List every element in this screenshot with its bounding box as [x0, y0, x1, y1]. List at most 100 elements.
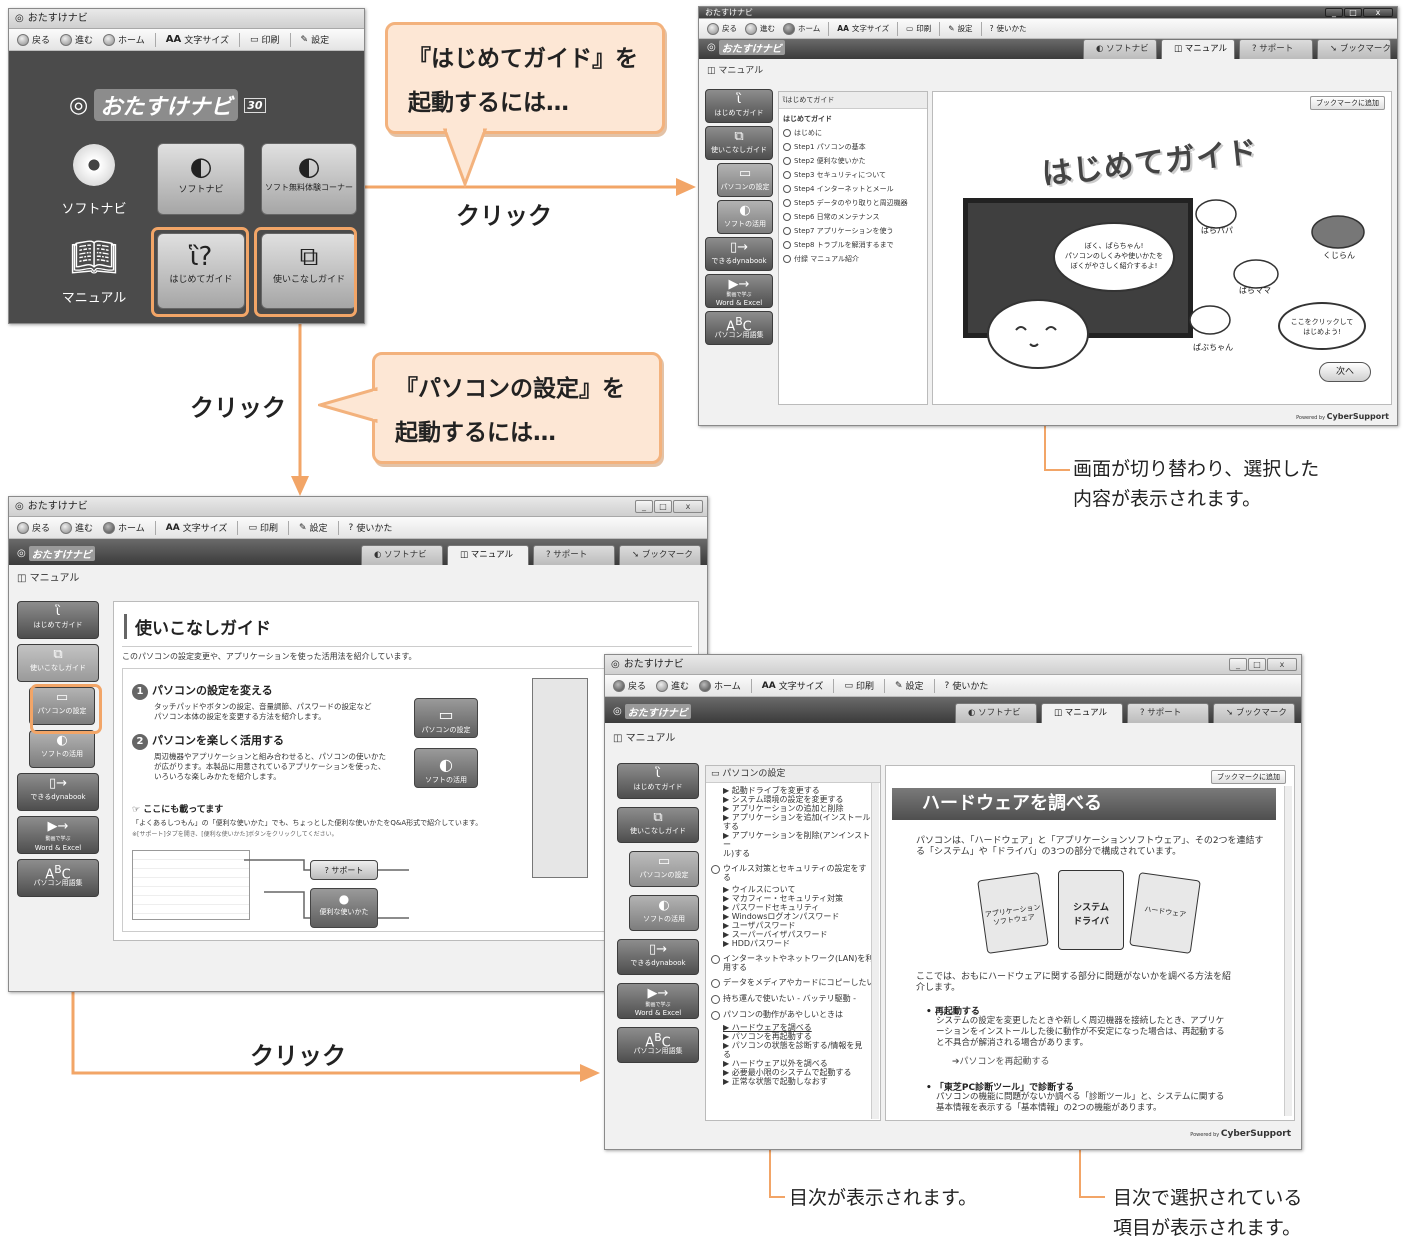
pc-settei-button[interactable]: ▭ パソコンの設定 [414, 698, 478, 738]
tab-manual[interactable]: ◫ マニュアル [1041, 703, 1123, 723]
nav-douga[interactable]: ▶→ 動画で学ぶ Word & Excel [705, 274, 773, 308]
toc-item[interactable]: ▶ アプリケーションを追加(インストール) する [711, 813, 875, 831]
font-size-button[interactable]: AA 文字サイズ [837, 23, 889, 34]
nav-soft-katsuyou[interactable]: ◐ ソフトの活用 [629, 895, 699, 931]
tab-softnavi[interactable]: ◐ ソフトナビ [1083, 39, 1157, 59]
toc-item[interactable]: はじめに [783, 126, 923, 140]
help-button[interactable]: ? 使いかた [990, 23, 1027, 34]
toc-item[interactable]: Step2 便利な使いかた [783, 154, 923, 168]
back-button[interactable]: 戻る [17, 33, 50, 46]
toc-item[interactable]: ▶ ハードウェアを調べる [711, 1023, 875, 1032]
nav-soft-katsuyou[interactable]: ◐ ソフトの活用 [717, 200, 773, 234]
nav-tsukaikonashi[interactable]: ⧉ 使いこなしガイド [617, 807, 699, 843]
toc-item[interactable]: ▶ アプリケーションの追加と削除 [711, 804, 875, 813]
home-button[interactable]: ホーム [103, 521, 145, 534]
toc-item[interactable]: ▶ ハードウェア以外を調べる [711, 1059, 875, 1068]
back-button[interactable]: 戻る [707, 22, 737, 35]
benri-button[interactable]: ● 便利な使いかた [310, 888, 378, 928]
toc-item[interactable]: ▶ スーパーバイザパスワード [711, 930, 875, 939]
nav-yougo[interactable]: ABC パソコン用語集 [617, 1027, 699, 1063]
close-button[interactable]: x [1267, 658, 1297, 671]
nav-dekiru-dynabook[interactable]: ▯→ できるdynabook [617, 939, 699, 975]
toc-item[interactable]: ウイルス対策とセキュリティの設定をす る [711, 864, 875, 882]
toc-item[interactable]: Step4 インターネットとメール [783, 182, 923, 196]
font-size-button[interactable]: AA 文字サイズ [166, 521, 228, 535]
bookmark-add-button[interactable]: ブックマークに追加 [1211, 770, 1286, 784]
toc-item[interactable]: ▶ HDDパスワード [711, 939, 875, 948]
nav-hajimete[interactable]: ἳ はじめてガイド [17, 601, 99, 639]
tab-support[interactable]: ? サポート [1127, 703, 1209, 723]
nav-hajimete[interactable]: ἳ はじめてガイド [617, 763, 699, 799]
home-button[interactable]: ホーム [783, 22, 820, 35]
tile-softnavi[interactable]: ◐ ソフトナビ [157, 143, 245, 215]
toc-item[interactable]: Step7 アプリケーションを使う [783, 224, 923, 238]
nav-dekiru-dynabook[interactable]: ▯→ できるdynabook [705, 237, 773, 271]
forward-button[interactable]: 進む [745, 22, 775, 35]
toc-item[interactable]: ▶ マカフィー・セキュリティ対策 [711, 894, 875, 903]
tab-support[interactable]: ? サポート [1239, 39, 1313, 59]
toc-item[interactable]: ▶ ユーザパスワード [711, 921, 875, 930]
home-manual-item[interactable]: 📖︎ マニュアル [59, 237, 129, 306]
nav-douga[interactable]: ▶→ 動画で学ぶ Word & Excel [617, 983, 699, 1019]
toc-item[interactable]: ▶ システム環境の設定を変更する [711, 795, 875, 804]
back-button[interactable]: 戻る [17, 521, 50, 534]
toc-item[interactable]: 持ち運んで使いたい - バッテリ駆動 - [711, 994, 875, 1004]
tab-manual[interactable]: ◫ マニュアル [447, 545, 529, 565]
toc-item[interactable]: 付録 マニュアル紹介 [783, 252, 923, 266]
back-button[interactable]: 戻る [613, 679, 646, 692]
nav-dekiru-dynabook[interactable]: ▯→ できるdynabook [17, 773, 99, 811]
tile-free-trial[interactable]: ◐ ソフト無料体験コーナー [261, 143, 357, 215]
tab-bookmark[interactable]: ➘ ブックマーク [1317, 39, 1391, 59]
toc-item[interactable]: Step3 セキュリティについて [783, 168, 923, 182]
tab-bookmark[interactable]: ➘ ブックマーク [1213, 703, 1295, 723]
nav-soft-katsuyou[interactable]: ◐ ソフトの活用 [29, 730, 95, 768]
close-button[interactable]: x [673, 500, 703, 513]
print-button[interactable]: ▭ 印刷 [906, 23, 931, 34]
settings-button[interactable]: ✎ 設定 [301, 33, 330, 47]
support-button[interactable]: ? サポート [310, 860, 378, 880]
help-button[interactable]: ? 使いかた [945, 679, 989, 693]
toc-item[interactable]: ▶ パスワードセキュリティ [711, 903, 875, 912]
settings-button[interactable]: ✎ 設定 [948, 23, 972, 34]
nav-yougo[interactable]: ABC パソコン用語集 [705, 311, 773, 345]
toc-item[interactable]: ▶ ウイルスについて [711, 885, 875, 894]
next-button[interactable]: 次へ [1319, 362, 1371, 382]
restart-link[interactable]: ➔パソコンを再起動する [952, 1054, 1050, 1067]
toc-item[interactable]: ▶ Windowsログオンパスワード [711, 912, 875, 921]
tab-softnavi[interactable]: ◐ ソフトナビ [361, 545, 443, 565]
nav-tsukaikonashi[interactable]: ⧉ 使いこなしガイド [705, 126, 773, 160]
toc-item[interactable]: ▶ パソコンの状態を診断する/情報を見 る [711, 1041, 875, 1059]
print-button[interactable]: ▭ 印刷 [250, 33, 280, 47]
soft-katsuyou-button[interactable]: ◐ ソフトの活用 [414, 748, 478, 788]
maximize-button[interactable]: □ [1248, 658, 1266, 671]
print-button[interactable]: ▭ 印刷 [844, 679, 874, 693]
nav-hajimete[interactable]: ἳ はじめてガイド [705, 89, 773, 123]
help-button[interactable]: ? 使いかた [349, 521, 393, 535]
forward-button[interactable]: 進む [656, 679, 689, 692]
nav-tsukaikonashi[interactable]: ⧉ 使いこなしガイド [17, 644, 99, 682]
toc-item[interactable]: Step8 トラブルを解消するまで [783, 238, 923, 252]
toc-item[interactable]: ▶ パソコンを再起動する [711, 1032, 875, 1041]
nav-pc-settei[interactable]: ▭ パソコンの設定 [717, 163, 773, 197]
nav-yougo[interactable]: ABC パソコン用語集 [17, 859, 99, 897]
toc-item[interactable]: データをメディアやカードにコピーしたい [711, 978, 875, 988]
nav-pc-settei[interactable]: ▭ パソコンの設定 [629, 851, 699, 887]
home-softnavi-item[interactable]: ソフトナビ [59, 144, 129, 217]
home-button[interactable]: ホーム [699, 679, 741, 692]
nav-douga[interactable]: ▶→ 動画で学ぶ Word & Excel [17, 816, 99, 854]
settings-button[interactable]: ✎ 設定 [895, 679, 924, 693]
toc-item[interactable]: ▶ 必要最小限のシステムで起動する [711, 1068, 875, 1077]
settings-button[interactable]: ✎ 設定 [299, 521, 328, 535]
toc-scrollbar[interactable] [871, 783, 879, 1119]
tab-bookmark[interactable]: ➘ ブックマーク [619, 545, 701, 565]
tab-softnavi[interactable]: ◐ ソフトナビ [955, 703, 1037, 723]
toc-item[interactable]: パソコンの動作があやしいときは [711, 1010, 875, 1020]
content-scrollbar[interactable] [1284, 786, 1292, 1116]
bookmark-add-button[interactable]: ブックマークに追加 [1310, 96, 1385, 110]
toc-item[interactable]: Step6 日常のメンテナンス [783, 210, 923, 224]
tab-manual[interactable]: ◫ マニュアル [1161, 39, 1235, 59]
font-size-button[interactable]: AA 文字サイズ [166, 33, 229, 46]
forward-button[interactable]: 進む [60, 521, 93, 534]
maximize-button[interactable]: □ [654, 500, 672, 513]
home-button[interactable]: ホーム [103, 33, 145, 46]
